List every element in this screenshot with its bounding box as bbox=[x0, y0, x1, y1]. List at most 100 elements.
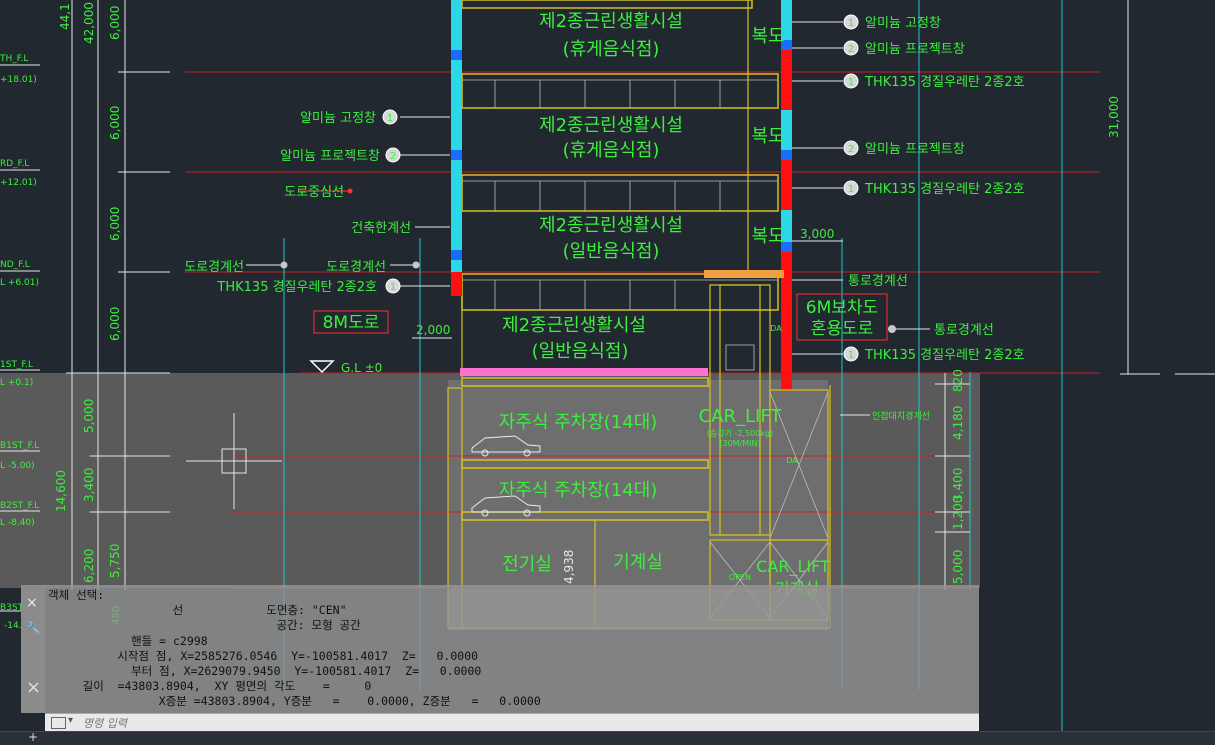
dim-text: 6,200 bbox=[82, 549, 96, 583]
plus-icon[interactable]: + bbox=[28, 730, 38, 744]
close-icon[interactable]: × bbox=[26, 595, 38, 611]
balloon-number: 2 bbox=[848, 44, 854, 55]
floor-label-name: B1ST_F.L bbox=[0, 441, 39, 451]
command-history-line: 선 도면층: "CEN" bbox=[48, 603, 347, 618]
right-facade bbox=[781, 0, 792, 390]
chevron-down-icon[interactable]: ▾ bbox=[68, 715, 73, 726]
dim-text: 42,000 bbox=[82, 2, 96, 44]
annotation: 알미늄 프로젝트창 bbox=[865, 42, 965, 57]
annotation: 도로경계선 bbox=[184, 260, 244, 275]
dim-text: 31,000 bbox=[1107, 96, 1121, 138]
room-label: (휴게음식점) bbox=[563, 140, 660, 161]
annotation: 건축한계선 bbox=[351, 221, 411, 236]
car-lift-label: CAR_LIFT bbox=[699, 406, 783, 427]
floor-label-name: ND_F.L bbox=[0, 260, 30, 270]
floor-label-name: RD_F.L bbox=[0, 159, 29, 169]
car-lift-speed: (30M/MIN) bbox=[719, 439, 760, 448]
balloon-number: 1 bbox=[848, 77, 854, 88]
balloon-number: 2 bbox=[390, 151, 396, 162]
annotation: THK135 경질우레탄 2종2호 bbox=[216, 280, 377, 295]
annotation: 알미늄 프로젝트창 bbox=[280, 149, 380, 164]
floor-label-value: +12.01) bbox=[0, 178, 37, 188]
da-label: DA bbox=[786, 456, 798, 465]
annotation: THK135 경질우레탄 2종2호 bbox=[864, 182, 1025, 197]
command-history-line: 시작점 점, X=2585276.0546 Y=-100581.4017 Z= … bbox=[48, 648, 479, 663]
road-6m-label: 혼용도로 bbox=[811, 319, 874, 339]
left-facade bbox=[451, 0, 462, 272]
road-6m-label: 6M보차도 bbox=[806, 298, 878, 318]
floor-label-value: -14. bbox=[4, 621, 22, 631]
command-history-line: 공간: 모형 공간 bbox=[48, 618, 361, 633]
annotation: THK135 경질우레탄 2종2호 bbox=[864, 75, 1025, 90]
balloon-number: 1 bbox=[390, 282, 396, 293]
dim-text: 2,000 bbox=[416, 323, 450, 337]
annotation: 통로경계선 bbox=[848, 274, 908, 289]
dim-text: 5,000 bbox=[951, 550, 965, 584]
room-label: 복도 bbox=[751, 226, 784, 247]
terminal-icon[interactable] bbox=[51, 717, 66, 729]
dim-text: 6,000 bbox=[108, 307, 122, 341]
room-label: (휴게음식점) bbox=[563, 39, 660, 60]
car-lift-spec: (승강기 -2,500kg) bbox=[707, 428, 773, 438]
command-window-sidebar: × 🔧 × bbox=[21, 585, 45, 713]
annotation: THK135 경질우레탄 2종2호 bbox=[864, 348, 1025, 363]
balloon-number: 1 bbox=[387, 113, 393, 124]
floor-label-name: TH_F.L bbox=[0, 54, 28, 64]
dim-text: 3,000 bbox=[800, 227, 834, 241]
dim-text: 1,200 bbox=[951, 496, 965, 530]
dim-text: 3,400 bbox=[82, 468, 96, 502]
room-label: 제2종근린생활시설 bbox=[539, 11, 683, 32]
annotation: 도로중심선 bbox=[284, 185, 344, 200]
floor-label-value: L -5.00) bbox=[0, 461, 35, 471]
room-label: 제2종근린생활시설 bbox=[502, 315, 646, 336]
room-label: 복도 bbox=[751, 126, 784, 147]
room-label: 기계실 bbox=[613, 552, 663, 573]
annotation: 통로경계선 bbox=[934, 323, 994, 338]
annotation: 알미늄 고정창 bbox=[865, 16, 941, 31]
dim-text: 4,180 bbox=[951, 406, 965, 440]
command-history-line: 객체 선택: bbox=[48, 588, 105, 602]
balloon-number: 1 bbox=[848, 350, 854, 361]
annotation: 알미늄 고정창 bbox=[300, 111, 376, 126]
room-label: 자주식 주차장(14대) bbox=[499, 480, 658, 501]
room-label: 자주식 주차장(14대) bbox=[499, 412, 658, 433]
command-line[interactable]: ▾ bbox=[45, 713, 979, 732]
floor-label-name: B2ST_F.L bbox=[0, 501, 39, 511]
room-label: 전기실 bbox=[502, 554, 552, 575]
open-label: OPEN bbox=[729, 573, 751, 582]
room-label: 제2종근린생활시설 bbox=[539, 215, 683, 236]
command-history-line: X증분 =43803.8904, Y증분 = 0.0000, Z증분 = 0.0… bbox=[48, 694, 541, 709]
road-8m-label: 8M도로 bbox=[323, 313, 380, 333]
dim-text: 14,600 bbox=[54, 470, 68, 512]
dim-text: 6,000 bbox=[108, 6, 122, 40]
command-history-line: 부터 점, X=2629079.9450 Y=-100581.4017 Z= 0… bbox=[48, 664, 482, 679]
command-input[interactable] bbox=[81, 715, 965, 731]
da-label: DA bbox=[770, 324, 782, 333]
dim-text: 820 bbox=[951, 369, 965, 392]
room-label: 제2종근린생활시설 bbox=[539, 115, 683, 136]
wrench-icon[interactable]: 🔧 bbox=[26, 621, 41, 635]
room-label: 복도 bbox=[751, 26, 784, 47]
room-label: (일반음식점) bbox=[532, 341, 629, 362]
dim-text: 5,750 bbox=[108, 544, 122, 578]
annotation: 알미늄 프로젝트창 bbox=[865, 142, 965, 157]
balloon-number: 1 bbox=[848, 184, 854, 195]
floor-label-value: +18.01) bbox=[0, 75, 37, 85]
balloon-number: 2 bbox=[848, 144, 854, 155]
floor-label-value: L -8.40) bbox=[0, 518, 35, 528]
gl-label: G.L ±0 bbox=[341, 361, 382, 375]
hide-icon[interactable]: × bbox=[26, 677, 41, 698]
command-history: 객체 선택: 선 도면층: "CEN" 공간: 모형 공간 핸들 = c2998… bbox=[48, 588, 541, 710]
command-history-line: 길이 =43803.8904, XY 평면의 각도 = 0 bbox=[48, 679, 372, 694]
floor-label-value: L +6.01) bbox=[0, 278, 39, 288]
room-label: (일반음식점) bbox=[563, 241, 660, 262]
annotation: 인접대지경계선 bbox=[872, 410, 930, 422]
car-lift-label: CAR_LIFT bbox=[756, 557, 830, 577]
floor-label-name: 1ST_F.L bbox=[0, 360, 33, 370]
dim-text: 5,000 bbox=[82, 399, 96, 433]
balloon-number: 1 bbox=[848, 18, 854, 29]
dim-text: 44,1 bbox=[58, 3, 72, 30]
floor-label-value: L +0.1) bbox=[0, 378, 33, 388]
command-history-line: 핸들 = c2998 bbox=[48, 633, 208, 648]
status-bar: + bbox=[0, 730, 1215, 745]
